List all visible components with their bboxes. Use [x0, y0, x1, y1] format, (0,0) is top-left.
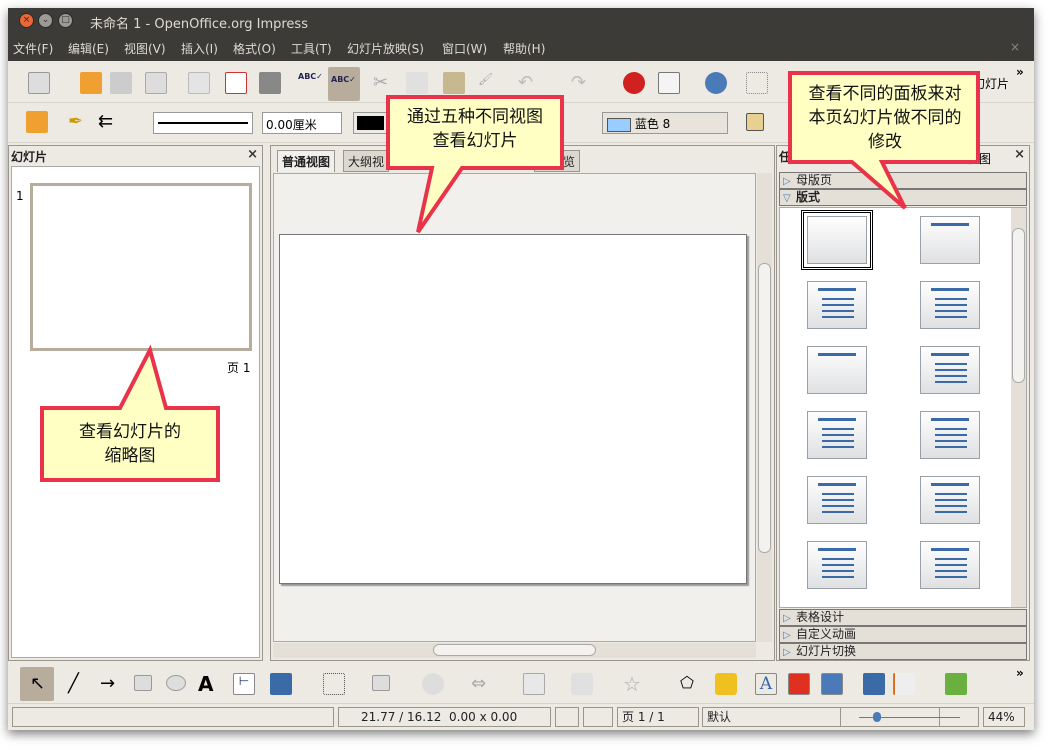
callout-views: 通过五种不同视图查看幻灯片 [407, 107, 543, 151]
callout-thumbs: 查看幻灯片的缩略图 [79, 422, 181, 466]
callout-panels: 查看不同的面板来对本页幻灯片做不同的修改 [808, 84, 962, 152]
